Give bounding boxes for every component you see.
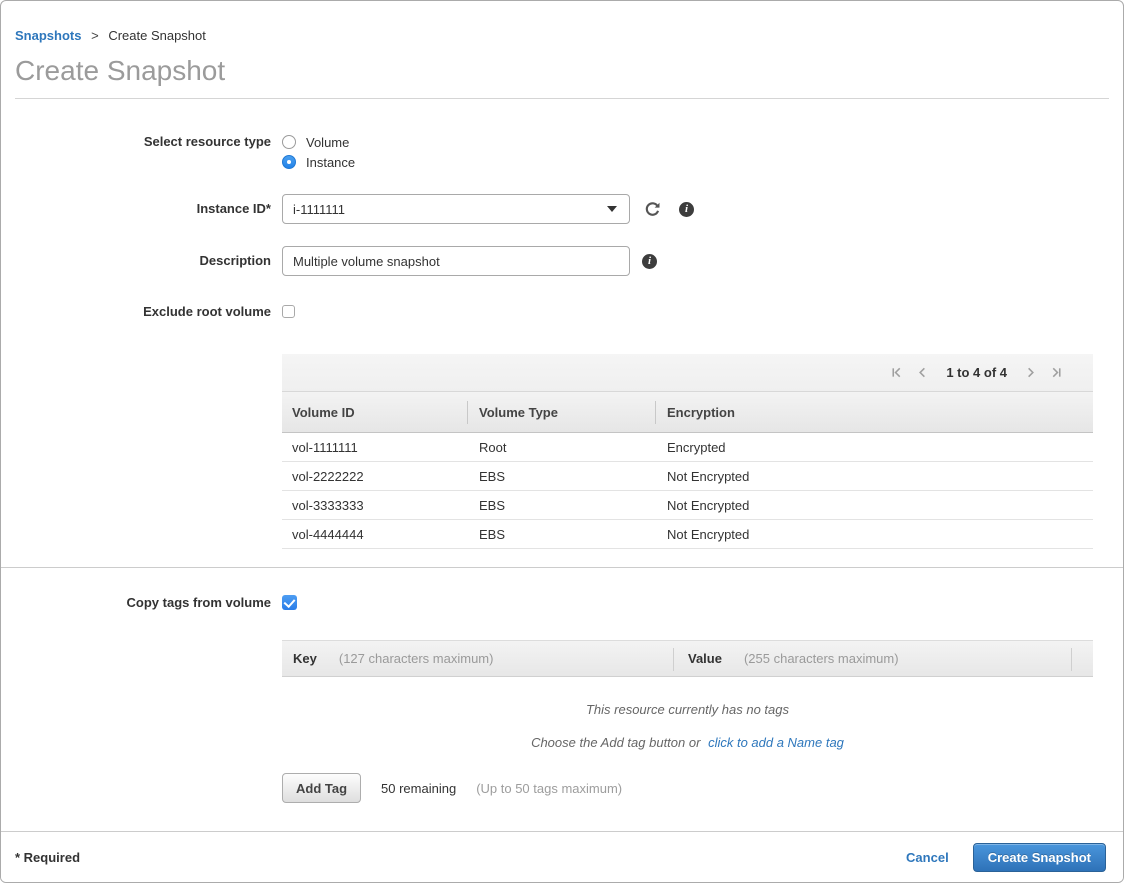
copy-tags-checkbox[interactable]: [282, 595, 297, 610]
instance-id-row: Instance ID* i-1111111 i: [1, 194, 1123, 224]
description-row: Description i: [1, 246, 1123, 276]
resource-type-label: Select resource type: [15, 132, 271, 152]
tags-table-header: Key (127 characters maximum) Value (255 …: [282, 640, 1093, 677]
cell-volume-type: EBS: [467, 469, 655, 484]
tags-max-hint: (Up to 50 tags maximum): [476, 781, 622, 796]
resource-type-row: Select resource type Volume Instance: [1, 132, 1123, 172]
instance-id-select[interactable]: i-1111111: [282, 194, 630, 224]
add-tag-button[interactable]: Add Tag: [282, 773, 361, 803]
radio-volume-label: Volume: [306, 135, 349, 150]
volumes-pagination-bar: 1 to 4 of 4: [282, 354, 1093, 392]
add-tag-hint-prefix: Choose the Add tag button or: [531, 735, 700, 750]
cell-volume-id: vol-2222222: [282, 469, 467, 484]
cell-encryption: Not Encrypted: [655, 527, 1093, 542]
description-info-icon[interactable]: i: [642, 246, 657, 276]
cell-volume-id: vol-4444444: [282, 527, 467, 542]
instance-id-value: i-1111111: [293, 202, 345, 217]
breadcrumb: Snapshots > Create Snapshot: [1, 1, 1123, 43]
page-title: Create Snapshot: [15, 56, 1109, 99]
pagination-first-icon[interactable]: [890, 366, 903, 379]
create-snapshot-page: Snapshots > Create Snapshot Create Snaps…: [0, 0, 1124, 883]
key-header-label: Key: [293, 651, 317, 666]
volumes-table: 1 to 4 of 4 Volume ID Volume Type Encryp…: [282, 354, 1093, 549]
tags-key-column-header: Key (127 characters maximum): [282, 641, 673, 676]
column-header-encryption: Encryption: [655, 392, 1093, 432]
cell-volume-type: Root: [467, 440, 655, 455]
resource-type-radio-group: Volume Instance: [282, 132, 355, 172]
exclude-root-checkbox[interactable]: [282, 305, 295, 318]
create-snapshot-button[interactable]: Create Snapshot: [973, 843, 1106, 872]
cell-volume-type: EBS: [467, 527, 655, 542]
pagination-prev-icon[interactable]: [916, 366, 929, 379]
cell-encryption: Not Encrypted: [655, 498, 1093, 513]
tags-actions-column-header: [1071, 641, 1093, 676]
volumes-table-header: Volume ID Volume Type Encryption: [282, 392, 1093, 433]
required-note: * Required: [15, 850, 80, 865]
tags-value-column-header: Value (255 characters maximum): [673, 641, 1071, 676]
pagination-next-icon[interactable]: [1024, 366, 1037, 379]
radio-option-instance[interactable]: Instance: [282, 152, 355, 172]
cancel-button[interactable]: Cancel: [906, 850, 949, 865]
pagination-range-text: 1 to 4 of 4: [946, 365, 1007, 380]
refresh-icon[interactable]: [644, 194, 661, 224]
tags-remaining-count: 50 remaining: [381, 781, 456, 796]
footer-bar: * Required Cancel Create Snapshot: [1, 831, 1123, 882]
breadcrumb-separator: >: [91, 28, 99, 43]
copy-tags-label: Copy tags from volume: [15, 595, 271, 610]
cell-encryption: Not Encrypted: [655, 469, 1093, 484]
radio-volume-icon[interactable]: [282, 135, 296, 149]
key-header-hint: (127 characters maximum): [339, 651, 494, 666]
add-tag-row: Add Tag 50 remaining (Up to 50 tags maxi…: [282, 773, 1123, 803]
exclude-root-row: Exclude root volume: [1, 304, 1123, 320]
cell-volume-type: EBS: [467, 498, 655, 513]
table-row: vol-2222222 EBS Not Encrypted: [282, 462, 1093, 491]
column-header-volume-id: Volume ID: [282, 392, 467, 432]
breadcrumb-current: Create Snapshot: [108, 28, 206, 43]
value-header-hint: (255 characters maximum): [744, 651, 899, 666]
footer-actions: Cancel Create Snapshot: [906, 843, 1106, 872]
add-name-tag-link[interactable]: click to add a Name tag: [708, 735, 844, 750]
table-row: vol-1111111 Root Encrypted: [282, 433, 1093, 462]
radio-instance-icon[interactable]: [282, 155, 296, 169]
value-header-label: Value: [688, 651, 722, 666]
cell-encryption: Encrypted: [655, 440, 1093, 455]
copy-tags-row: Copy tags from volume: [1, 595, 1123, 610]
description-label: Description: [15, 246, 271, 276]
table-row: vol-3333333 EBS Not Encrypted: [282, 491, 1093, 520]
column-header-volume-type: Volume Type: [467, 392, 655, 432]
dropdown-caret-icon: [607, 206, 617, 212]
exclude-root-label: Exclude root volume: [15, 304, 271, 320]
radio-option-volume[interactable]: Volume: [282, 132, 355, 152]
instance-id-label: Instance ID*: [15, 194, 271, 224]
breadcrumb-snapshots-link[interactable]: Snapshots: [15, 28, 81, 43]
section-divider: [1, 567, 1123, 568]
table-row: vol-4444444 EBS Not Encrypted: [282, 520, 1093, 549]
add-tag-hint: Choose the Add tag button or click to ad…: [282, 735, 1093, 750]
radio-instance-label: Instance: [306, 155, 355, 170]
instance-id-info-icon[interactable]: i: [679, 194, 694, 224]
no-tags-message: This resource currently has no tags: [282, 702, 1093, 717]
cell-volume-id: vol-3333333: [282, 498, 467, 513]
pagination-last-icon[interactable]: [1050, 366, 1063, 379]
description-input[interactable]: [282, 246, 630, 276]
cell-volume-id: vol-1111111: [282, 440, 467, 455]
tags-empty-state: This resource currently has no tags Choo…: [282, 702, 1093, 750]
